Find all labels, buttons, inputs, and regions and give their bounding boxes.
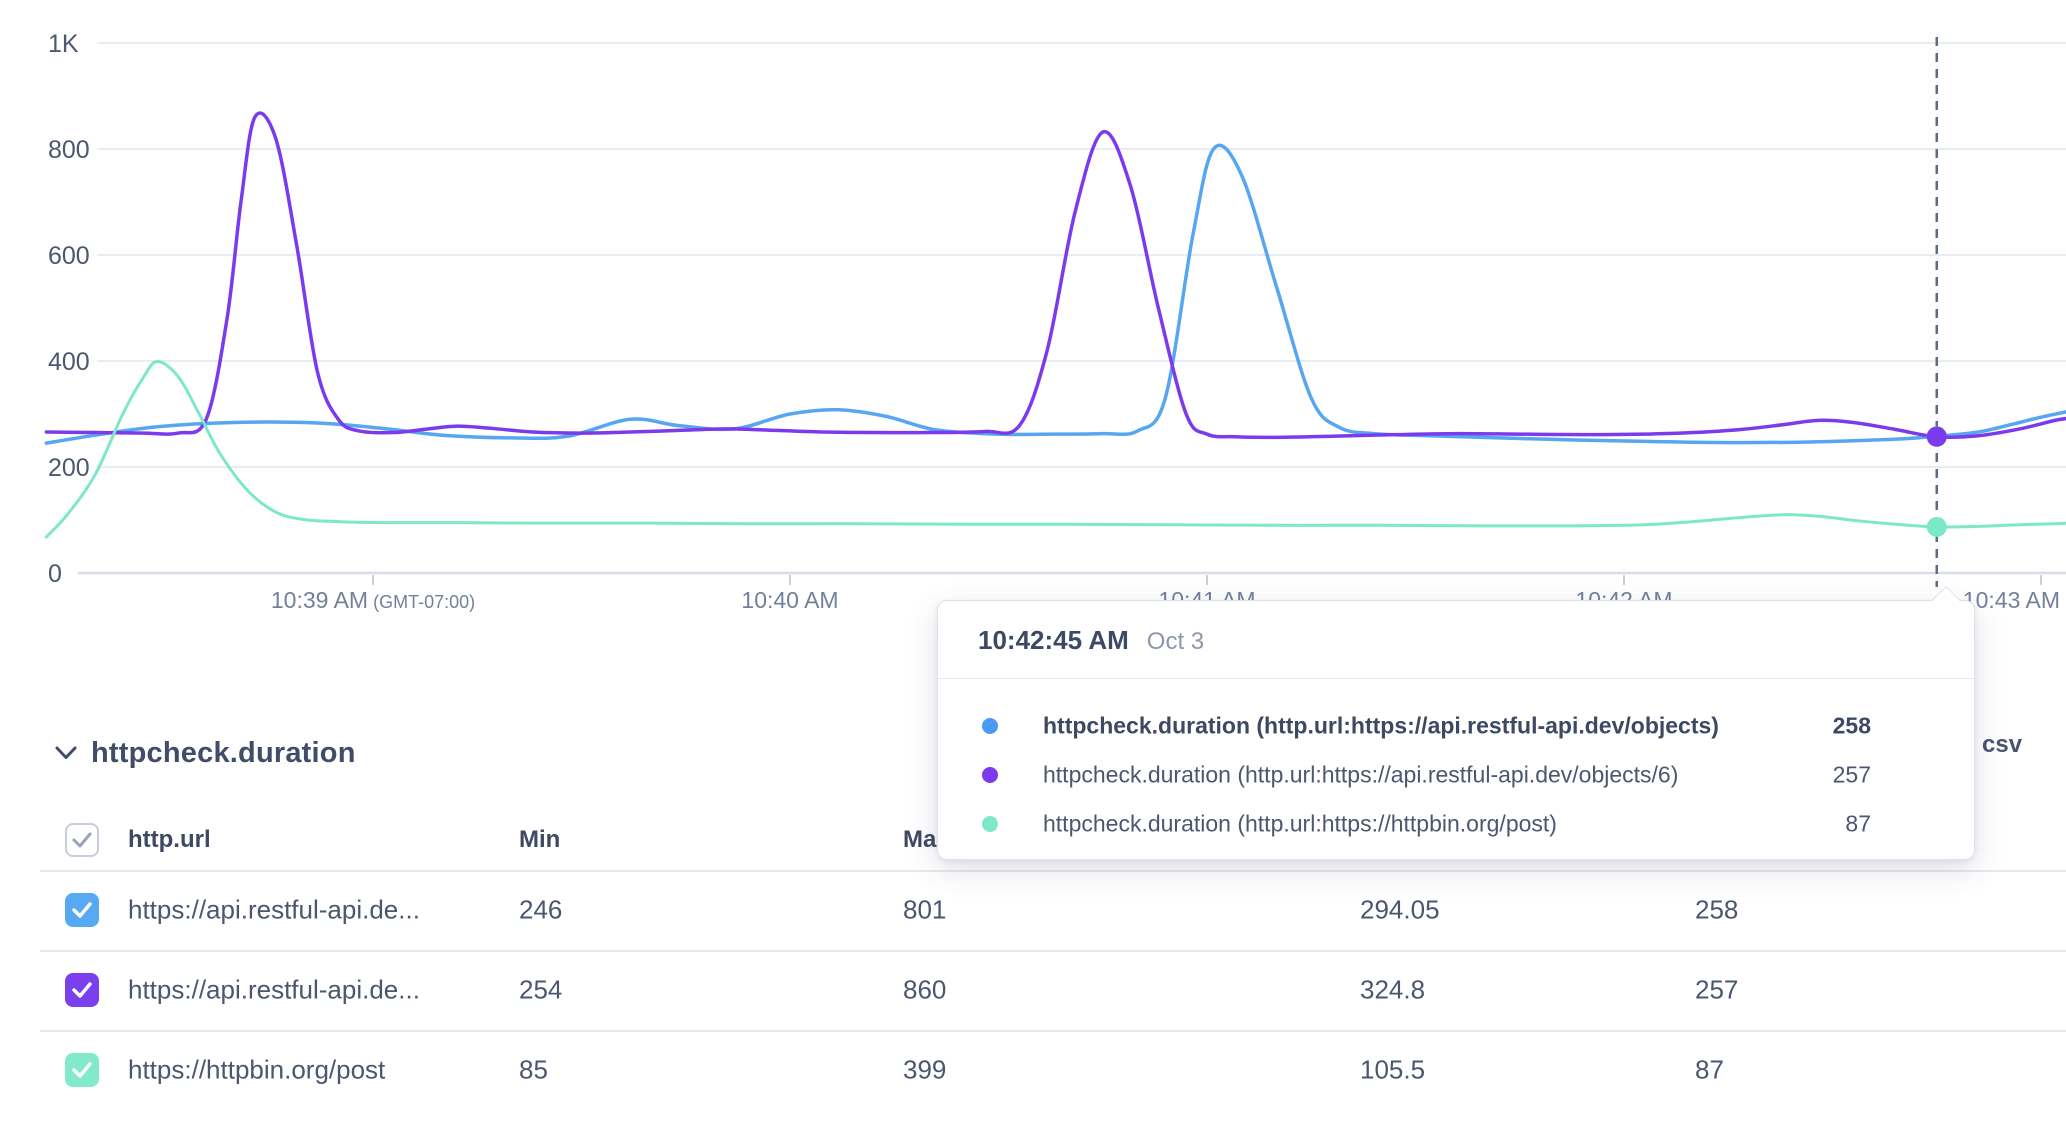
y-axis-label: 0 xyxy=(48,560,62,588)
max-cell: 399 xyxy=(903,1055,946,1086)
min-cell: 85 xyxy=(519,1055,548,1086)
series-color-dot xyxy=(982,718,998,734)
min-cell: 254 xyxy=(519,975,562,1006)
tooltip-rows: httpcheck.duration (http.url:https://api… xyxy=(938,701,1974,848)
latest-cell: 257 xyxy=(1695,975,1738,1006)
series-color-dot xyxy=(982,816,998,832)
y-axis-label: 200 xyxy=(48,454,90,482)
tooltip-time: 10:42:45 AM xyxy=(978,625,1129,656)
tooltip-header: 10:42:45 AM Oct 3 xyxy=(978,625,1204,656)
section-title: httpcheck.duration xyxy=(91,737,356,770)
y-axis-label: 800 xyxy=(48,136,90,164)
tooltip-series-value: 87 xyxy=(1845,810,1871,837)
column-header-min[interactable]: Min xyxy=(519,826,560,854)
tooltip-series-row: httpcheck.duration (http.url:https://api… xyxy=(938,701,1974,750)
crosshair-dot xyxy=(1927,427,1947,447)
check-icon xyxy=(65,973,99,1007)
tooltip-series-label: httpcheck.duration (http.url:https://htt… xyxy=(1043,810,1557,837)
tooltip-series-row: httpcheck.duration (http.url:https://api… xyxy=(938,750,1974,799)
tooltip-series-label: httpcheck.duration (http.url:https://api… xyxy=(1043,712,1719,739)
csv-export-link[interactable]: csv xyxy=(1982,731,2022,759)
crosshair-dot xyxy=(1927,517,1947,537)
table-row: https://api.restful-api.de... 246 801 294.0… xyxy=(0,870,2066,950)
table-row: https://api.restful-api.de... 254 860 324.8… xyxy=(0,950,2066,1030)
y-axis-label: 600 xyxy=(48,242,90,270)
check-icon xyxy=(65,1053,99,1087)
x-axis-label: 10:39 AM (GMT-07:00) xyxy=(271,587,475,613)
table-row: https://httpbin.org/post 85 399 105.5 87 xyxy=(0,1030,2066,1110)
series-line xyxy=(46,362,2066,537)
tooltip-series-row: httpcheck.duration (http.url:https://htt… xyxy=(938,799,1974,848)
max-cell: 860 xyxy=(903,975,946,1006)
series-color-dot xyxy=(982,767,998,783)
check-icon xyxy=(65,893,99,927)
url-cell: https://api.restful-api.de... xyxy=(128,975,420,1006)
tooltip-divider xyxy=(938,678,1974,679)
min-cell: 246 xyxy=(519,895,562,926)
tooltip-series-value: 257 xyxy=(1833,761,1871,788)
avg-cell: 105.5 xyxy=(1360,1055,1425,1086)
url-cell: https://httpbin.org/post xyxy=(128,1055,385,1086)
x-axis-label: 10:40 AM xyxy=(741,587,838,613)
check-icon xyxy=(67,825,97,855)
series-checkbox[interactable] xyxy=(65,973,99,1007)
latest-cell: 258 xyxy=(1695,895,1738,926)
url-cell: https://api.restful-api.de... xyxy=(128,895,420,926)
y-axis-label: 1K xyxy=(48,30,79,58)
avg-cell: 294.05 xyxy=(1360,895,1440,926)
x-axis-label: 10:43 AM xyxy=(1963,587,2060,613)
max-cell: 801 xyxy=(903,895,946,926)
latest-cell: 87 xyxy=(1695,1055,1724,1086)
series-line xyxy=(46,145,2066,443)
avg-cell: 324.8 xyxy=(1360,975,1425,1006)
series-line xyxy=(46,113,2066,437)
tooltip-series-value: 258 xyxy=(1833,712,1871,739)
series-checkbox[interactable] xyxy=(65,1053,99,1087)
select-all-checkbox[interactable] xyxy=(65,823,99,857)
metric-section-header: httpcheck.duration xyxy=(55,733,356,773)
tooltip-date: Oct 3 xyxy=(1147,628,1204,656)
duration-line-chart[interactable]: 1K 800 600 400 200 0 10:39 AM (GMT-07:00) 10:40… xyxy=(0,0,2066,630)
y-axis-label: 400 xyxy=(48,348,90,376)
column-header-http-url[interactable]: http.url xyxy=(128,826,211,854)
tooltip-series-label: httpcheck.duration (http.url:https://api… xyxy=(1043,761,1678,788)
chevron-down-icon[interactable] xyxy=(55,746,77,760)
series-checkbox[interactable] xyxy=(65,893,99,927)
chart-tooltip: 10:42:45 AM Oct 3 httpcheck.duration (ht… xyxy=(937,600,1975,860)
